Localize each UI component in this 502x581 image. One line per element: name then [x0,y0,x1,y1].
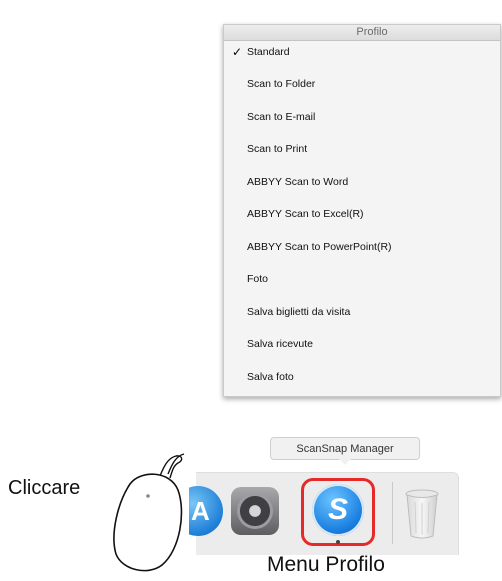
menu-item-label: ABBYY Scan to Word [247,175,349,188]
menu-item-label: Scan to Print [247,143,308,155]
menu-item-scan-to-email[interactable]: Scan to E-mail [224,101,500,134]
menu-item-abbyy-scan-to-powerpoint[interactable]: ABBYY Scan to PowerPoint(R) [224,231,500,264]
scansnap-manager-icon[interactable]: S [312,484,364,536]
profile-menu-caption: Menu Profilo [267,553,385,576]
menu-title: Profilo [224,25,500,41]
menu-item-scan-to-print[interactable]: Scan to Print [224,133,500,166]
dock-separator [392,482,393,544]
menu-item-label: Scan to E-mail [247,110,316,123]
menu-item-label: ABBYY Scan to Excel(R) [247,208,364,220]
menu-item-abbyy-scan-to-excel[interactable]: ABBYY Scan to Excel(R) [224,198,500,231]
checkmark-icon: ✓ [231,45,243,59]
click-instruction-label: Cliccare [8,477,81,499]
menu-item-salva-foto[interactable]: Salva foto [224,361,500,394]
menu-item-label: Salva biglietti da visita [247,305,351,318]
menu-items: ✓ Standard Scan to Folder Scan to E-mail… [224,41,500,393]
trash-icon[interactable] [404,488,440,540]
system-preferences-icon[interactable] [231,487,279,535]
menu-item-label: Scan to Folder [247,78,316,90]
menu-item-label: Foto [247,273,269,285]
app-running-indicator [336,540,340,544]
menu-item-foto[interactable]: Foto [224,263,500,296]
menu-item-salva-biglietti[interactable]: Salva biglietti da visita [224,296,500,329]
menu-item-salva-ricevute[interactable]: Salva ricevute [224,328,500,361]
profile-menu: Profilo ✓ Standard Scan to Folder Scan t… [223,24,501,397]
menu-item-label: Salva ricevute [247,338,313,350]
menu-item-scan-to-folder[interactable]: Scan to Folder [224,68,500,101]
menu-item-abbyy-scan-to-word[interactable]: ABBYY Scan to Word [224,166,500,199]
menu-item-label: Standard [247,46,290,58]
menu-item-label: Salva foto [247,370,294,383]
menu-item-standard[interactable]: ✓ Standard [224,41,500,64]
dock-tooltip: ScanSnap Manager [270,437,420,465]
menu-item-label: ABBYY Scan to PowerPoint(R) [247,240,392,253]
mouse-icon [110,450,195,580]
